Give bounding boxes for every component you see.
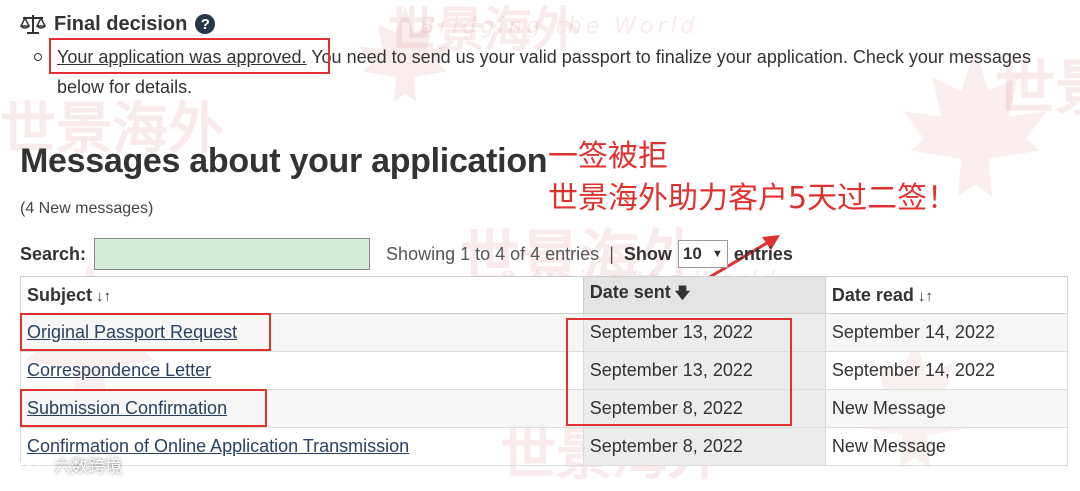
corner-brand-watermark: 六数跨境: [8, 452, 122, 477]
annotation-line-2: 世景海外助力客户5天过二签！: [548, 181, 958, 216]
new-messages-count: (4 New messages): [20, 200, 154, 217]
column-header-date-read[interactable]: Date read ↓↑: [824, 276, 1069, 314]
date-sent-cell: September 8, 2022: [582, 427, 826, 466]
date-read-cell: New Message: [824, 427, 1069, 466]
overlay-annotation: 一签被拒 世景海外助力客户5天过二签！: [548, 136, 957, 220]
table-row: Original Passport Request September 13, …: [20, 313, 1069, 352]
column-header-label: Date sent: [589, 282, 671, 302]
question-circle-icon[interactable]: ?: [195, 14, 216, 34]
entries-select-value: 10: [682, 244, 702, 263]
chevron-down-icon: ▼: [711, 248, 723, 260]
message-subject-link[interactable]: Original Passport Request: [27, 322, 237, 342]
table-row: Correspondence Letter September 13, 2022…: [20, 351, 1069, 390]
column-header-subject[interactable]: Subject ↓↑: [20, 276, 584, 314]
decision-message: Your application was approved. You need …: [34, 42, 1038, 102]
column-header-date-sent[interactable]: Date sent 🡇: [582, 276, 826, 314]
annotation-line-1: 一签被拒: [548, 139, 668, 174]
date-read-cell: September 14, 2022: [824, 351, 1069, 390]
table-row: Confirmation of Online Application Trans…: [20, 427, 1069, 466]
sort-arrows-icon: ↓↑: [96, 287, 112, 305]
entries-label: entries: [733, 243, 793, 264]
page-title: Messages about your application: [20, 142, 548, 180]
separator: |: [609, 243, 614, 264]
brand-watermark-en: Bridging the World: [420, 14, 699, 39]
entries-info: Showing 1 to 4 of 4 entries: [386, 243, 600, 264]
scales-icon: [20, 15, 46, 34]
approval-status-text: Your application was approved.: [57, 47, 307, 67]
messages-table: Subject ↓↑ Date sent 🡇 Date read ↓↑ Origina…: [20, 276, 1069, 466]
final-decision-title: Final decision: [54, 12, 188, 35]
show-label: Show: [623, 243, 672, 264]
search-input[interactable]: [94, 238, 371, 270]
entries-per-page-select[interactable]: 10 ▼: [677, 240, 728, 268]
final-decision-header: Final decision ?: [20, 10, 216, 38]
date-read-cell: New Message: [824, 389, 1069, 428]
date-sent-cell: September 13, 2022: [582, 313, 826, 352]
logo-icon: [9, 459, 39, 470]
sort-arrows-icon: ↓↑: [917, 287, 933, 305]
date-sent-cell: September 13, 2022: [582, 351, 826, 390]
date-read-cell: September 14, 2022: [824, 313, 1069, 352]
message-subject-link[interactable]: Submission Confirmation: [27, 398, 227, 418]
message-subject-link[interactable]: Correspondence Letter: [27, 360, 211, 380]
search-label: Search:: [20, 243, 87, 264]
table-row: Submission Confirmation September 8, 202…: [20, 389, 1069, 428]
sort-down-arrow-icon: 🡇: [674, 285, 691, 302]
bullet-icon: [34, 53, 42, 61]
table-header-row: Subject ↓↑ Date sent 🡇 Date read ↓↑: [20, 276, 1069, 314]
column-header-label: Subject: [27, 284, 93, 305]
corner-brand-text: 六数跨境: [54, 457, 122, 477]
date-sent-cell: September 8, 2022: [582, 389, 826, 428]
column-header-label: Date read: [831, 284, 914, 305]
table-controls: Search: Showing 1 to 4 of 4 entries | Sh…: [20, 236, 793, 272]
